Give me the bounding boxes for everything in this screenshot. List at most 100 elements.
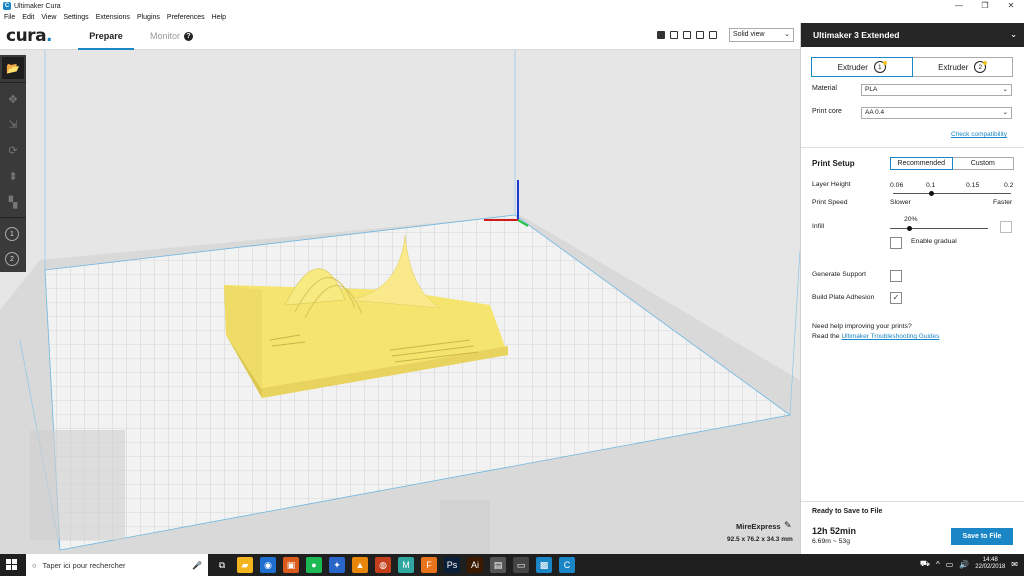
- menu-file[interactable]: File: [4, 14, 15, 21]
- material-value: PLA: [865, 86, 878, 93]
- enable-gradual-label: Enable gradual: [911, 238, 957, 245]
- scale-icon[interactable]: ⇲: [2, 113, 24, 135]
- extruder-1-badge: 1: [873, 61, 887, 73]
- menu-preferences[interactable]: Preferences: [167, 14, 205, 21]
- menu-extensions[interactable]: Extensions: [96, 14, 130, 21]
- frame-shadow-left: [30, 430, 125, 540]
- window-controls: — ❐ ✕: [946, 0, 1024, 12]
- tab-prepare[interactable]: Prepare: [78, 31, 134, 50]
- menu-help[interactable]: Help: [212, 14, 226, 21]
- monitor-app-icon[interactable]: M: [398, 557, 414, 573]
- troubleshooting-link[interactable]: Ultimaker Troubleshooting Guides: [841, 333, 939, 340]
- fusion-icon[interactable]: F: [421, 557, 437, 573]
- tab-custom[interactable]: Custom: [953, 158, 1014, 169]
- ready-status: Ready to Save to File: [812, 508, 883, 515]
- app-white-icon[interactable]: ▭: [513, 557, 529, 573]
- task-view-icon[interactable]: ⧉: [214, 557, 230, 573]
- maximize-button[interactable]: ❐: [972, 0, 998, 12]
- menu-settings[interactable]: Settings: [63, 14, 88, 21]
- app-cyan-icon[interactable]: ▩: [536, 557, 552, 573]
- build-plate-adhesion-checkbox[interactable]: ✓: [890, 292, 902, 304]
- build-plate-adhesion-label: Build Plate Adhesion: [812, 294, 875, 301]
- view-mode-select[interactable]: Solid view ⌄: [729, 28, 794, 42]
- people-icon[interactable]: ⛟: [920, 559, 930, 569]
- infill-pattern-icon: [1000, 221, 1012, 233]
- menu-edit[interactable]: Edit: [22, 14, 34, 21]
- clock[interactable]: 14:48 22/02/2018: [975, 557, 1005, 571]
- enable-gradual-checkbox[interactable]: [890, 237, 902, 249]
- model-dimensions: 92.5 x 76.2 x 34.3 mm: [727, 536, 793, 543]
- chevron-down-icon: ⌄: [1010, 30, 1017, 39]
- rotate-icon[interactable]: ⟳: [2, 139, 24, 161]
- tab-monitor[interactable]: Monitor ?: [150, 31, 194, 41]
- chevron-down-icon: ⌄: [1002, 86, 1008, 93]
- volume-icon[interactable]: 🔊: [959, 560, 969, 569]
- stage-header: cura. Prepare Monitor ? Solid view ⌄: [0, 23, 800, 50]
- layer-height-tick-1: 0.1: [926, 182, 936, 189]
- layer-height-tick-3: 0.2: [1004, 182, 1014, 189]
- per-model-settings-icon[interactable]: ▚: [2, 191, 24, 213]
- vlc-icon[interactable]: ▲: [352, 557, 368, 573]
- tray-chevron-icon[interactable]: ^: [936, 560, 940, 569]
- cura-taskbar-icon[interactable]: C: [559, 557, 575, 573]
- extruder-tab-label: Extruder: [837, 62, 868, 72]
- view-right-icon[interactable]: [709, 31, 717, 39]
- file-explorer-icon[interactable]: ▰: [237, 557, 253, 573]
- cura-app-icon: C: [3, 2, 11, 10]
- close-button[interactable]: ✕: [998, 0, 1024, 12]
- window-title: Ultimaker Cura: [14, 2, 61, 10]
- view-front-icon[interactable]: [670, 31, 678, 39]
- view-left-icon[interactable]: [696, 31, 704, 39]
- print-core-label: Print core: [812, 108, 842, 115]
- edit-pencil-icon[interactable]: ✎: [784, 520, 792, 531]
- extruder-1-button[interactable]: 1: [5, 227, 19, 241]
- spotify-icon[interactable]: ●: [306, 557, 322, 573]
- illustrator-icon[interactable]: Ai: [467, 557, 483, 573]
- menu-view[interactable]: View: [41, 14, 56, 21]
- move-icon[interactable]: ✥: [2, 88, 24, 110]
- app-orange-icon[interactable]: ▣: [283, 557, 299, 573]
- job-name[interactable]: MireExpress: [736, 522, 781, 531]
- infill-slider[interactable]: [890, 228, 988, 229]
- mirror-icon[interactable]: ⬍: [2, 165, 24, 187]
- layer-height-slider[interactable]: [893, 193, 1011, 194]
- material-label: Material: [812, 85, 837, 92]
- generate-support-label: Generate Support: [812, 271, 867, 278]
- tab-extruder-1[interactable]: Extruder 1: [811, 57, 913, 77]
- microphone-icon[interactable]: 🎤: [192, 561, 202, 570]
- layer-height-label: Layer Height: [812, 181, 851, 188]
- generate-support-checkbox[interactable]: [890, 270, 902, 282]
- taskbar-search[interactable]: ○ Taper ici pour rechercher 🎤: [26, 554, 208, 576]
- app-gray-icon[interactable]: ▤: [490, 557, 506, 573]
- firefox-icon[interactable]: ◉: [260, 557, 276, 573]
- battery-icon[interactable]: ▭: [946, 560, 954, 569]
- infill-handle[interactable]: [907, 226, 912, 231]
- panel-divider: [801, 501, 1024, 502]
- help-text: Need help improving your prints?: [812, 323, 912, 330]
- notifications-icon[interactable]: ✉: [1011, 560, 1018, 569]
- print-core-select[interactable]: AA 0.4 ⌄: [861, 107, 1012, 119]
- build-viewport[interactable]: [0, 50, 800, 554]
- app-blue-icon[interactable]: ✦: [329, 557, 345, 573]
- minimize-button[interactable]: —: [946, 0, 972, 12]
- printer-selector[interactable]: Ultimaker 3 Extended ⌄: [801, 23, 1024, 47]
- layer-height-handle[interactable]: [929, 191, 934, 196]
- extruder-2-button[interactable]: 2: [5, 252, 19, 266]
- extruder-tabs: Extruder 1 Extruder 2: [811, 57, 1013, 77]
- app-red-icon[interactable]: ◍: [375, 557, 391, 573]
- print-setup-title: Print Setup: [812, 159, 855, 168]
- check-compatibility-link[interactable]: Check compatibility: [951, 131, 1007, 138]
- tab-recommended[interactable]: Recommended: [890, 157, 953, 170]
- toolbar-divider: [0, 82, 26, 83]
- windows-start-icon[interactable]: [6, 559, 17, 570]
- frame-pillar: [440, 500, 490, 554]
- save-to-file-button[interactable]: Save to File: [951, 528, 1013, 545]
- help-icon[interactable]: ?: [184, 31, 194, 41]
- open-folder-icon[interactable]: 📂: [2, 57, 24, 79]
- menu-plugins[interactable]: Plugins: [137, 14, 160, 21]
- material-select[interactable]: PLA ⌄: [861, 84, 1012, 96]
- view-top-icon[interactable]: [683, 31, 691, 39]
- view-3d-icon[interactable]: [657, 31, 665, 39]
- photoshop-icon[interactable]: Ps: [444, 557, 460, 573]
- tab-extruder-2[interactable]: Extruder 2: [913, 58, 1013, 76]
